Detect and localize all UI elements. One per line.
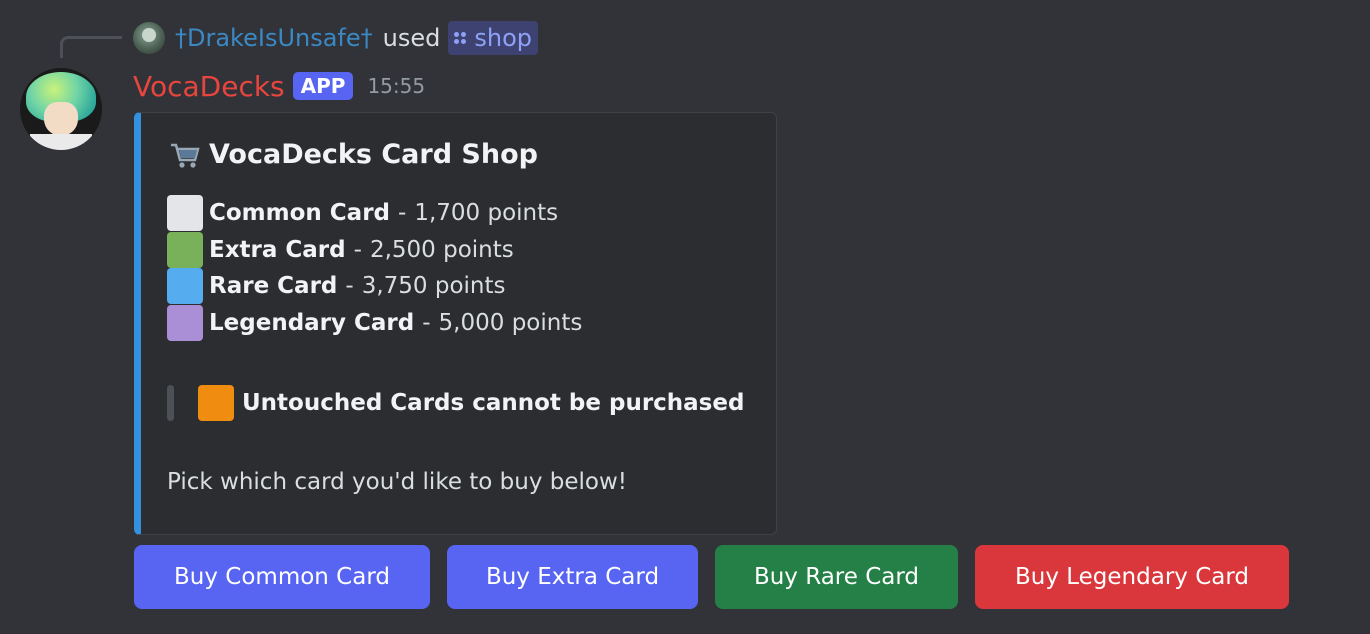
action-row: Buy Common Card Buy Extra Card Buy Rare … <box>134 545 1289 609</box>
shop-embed: VocaDecks Card Shop Common Card - 1,700 … <box>134 112 777 535</box>
command-grid-icon <box>454 32 467 44</box>
card-price: 3,750 points <box>361 273 506 300</box>
bot-avatar[interactable] <box>20 68 102 150</box>
card-name: Common Card <box>209 200 391 227</box>
purple-square-icon <box>167 304 203 341</box>
card-name: Legendary Card <box>209 309 415 336</box>
reply-reference[interactable]: †DrakeIsUnsafe† used shop <box>133 20 539 56</box>
embed-title-text: VocaDecks Card Shop <box>209 139 538 170</box>
blue-square-icon <box>167 268 203 305</box>
app-badge: APP <box>292 72 354 100</box>
card-row-extra: Extra Card - 2,500 points <box>167 231 582 269</box>
card-separator: - <box>398 200 407 227</box>
command-name: shop <box>474 24 533 52</box>
card-separator: - <box>422 309 431 336</box>
message-timestamp[interactable]: 15:55 <box>367 74 425 98</box>
card-price-list: Common Card - 1,700 points Extra Card - … <box>167 195 582 341</box>
shopping-cart-icon <box>169 140 201 170</box>
card-separator: - <box>345 273 354 300</box>
card-name: Extra Card <box>209 236 346 263</box>
card-row-rare: Rare Card - 3,750 points <box>167 268 582 305</box>
notice-blockquote: Untouched Cards cannot be purchased <box>167 383 744 423</box>
white-square-icon <box>167 195 203 232</box>
card-separator: - <box>353 236 362 263</box>
buy-rare-card-button[interactable]: Buy Rare Card <box>715 545 958 609</box>
green-square-icon <box>167 231 203 268</box>
card-row-common: Common Card - 1,700 points <box>167 195 582 232</box>
buy-legendary-card-button[interactable]: Buy Legendary Card <box>975 545 1289 609</box>
message-header: VocaDecks APP 15:55 <box>133 66 425 106</box>
notice-text: Untouched Cards cannot be purchased <box>242 390 745 416</box>
card-row-legendary: Legendary Card - 5,000 points <box>167 304 583 342</box>
embed-title: VocaDecks Card Shop <box>169 139 538 170</box>
embed-footer-text: Pick which card you'd like to buy below! <box>167 469 628 495</box>
card-name: Rare Card <box>209 273 338 300</box>
reply-connector-line <box>60 36 122 58</box>
blockquote-bar <box>167 385 174 421</box>
bot-username[interactable]: VocaDecks <box>133 70 285 103</box>
buy-common-card-button[interactable]: Buy Common Card <box>134 545 430 609</box>
card-price: 2,500 points <box>369 236 514 263</box>
reply-username[interactable]: †DrakeIsUnsafe† <box>175 24 373 52</box>
card-price: 1,700 points <box>414 200 559 227</box>
reply-user-avatar[interactable] <box>133 22 165 54</box>
slash-command-chip[interactable]: shop <box>448 21 539 55</box>
reply-used-text: used <box>382 24 441 52</box>
card-price: 5,000 points <box>438 309 583 336</box>
orange-square-icon <box>198 385 234 421</box>
buy-extra-card-button[interactable]: Buy Extra Card <box>447 545 698 609</box>
